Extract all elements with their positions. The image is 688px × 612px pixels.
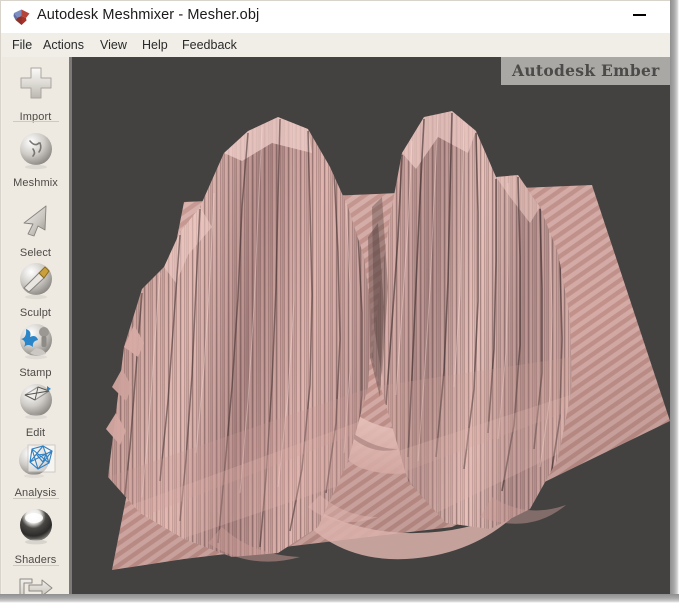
menu-actions[interactable]: Actions bbox=[38, 36, 89, 54]
menu-feedback[interactable]: Feedback bbox=[177, 36, 242, 54]
title-bar: Autodesk Meshmixer - Mesher.obj bbox=[1, 1, 671, 33]
window-title: Autodesk Meshmixer - Mesher.obj bbox=[37, 7, 260, 23]
sphere-shaded-icon bbox=[13, 509, 59, 554]
sidebar-item-select[interactable]: Select bbox=[2, 197, 69, 260]
tool-sidebar: Import Meshmix Select Sculpt Stamp Edit … bbox=[2, 57, 69, 594]
sidebar-item-import[interactable]: Import bbox=[2, 61, 69, 124]
sidebar-item-stamp[interactable]: Stamp bbox=[2, 317, 69, 380]
sidebar-item-analysis[interactable]: Analysis bbox=[2, 437, 69, 500]
sphere-edit-icon bbox=[13, 384, 59, 427]
minimize-button[interactable] bbox=[627, 1, 657, 29]
window-shadow-right bbox=[670, 0, 679, 602]
menu-help[interactable]: Help bbox=[137, 36, 173, 54]
sidebar-divider bbox=[13, 498, 59, 499]
sphere-stamp-icon bbox=[13, 324, 59, 367]
sidebar-item-export[interactable] bbox=[2, 571, 69, 594]
arrow-cursor-icon bbox=[13, 205, 59, 247]
menu-view[interactable]: View bbox=[95, 36, 132, 54]
app-root: Autodesk Meshmixer - Mesher.obj File Act… bbox=[0, 0, 688, 612]
application-window: Autodesk Meshmixer - Mesher.obj File Act… bbox=[0, 0, 671, 594]
sidebar-divider bbox=[13, 121, 59, 122]
3d-viewport[interactable]: Autodesk Ember bbox=[72, 57, 670, 594]
window-shadow-bottom bbox=[0, 594, 679, 603]
sidebar-item-label: Meshmix bbox=[13, 177, 58, 189]
plus-icon bbox=[13, 67, 59, 111]
menu-bar: File Actions View Help Feedback bbox=[1, 33, 671, 57]
mesh-render bbox=[106, 111, 670, 570]
sidebar-item-edit[interactable]: Edit bbox=[2, 377, 69, 440]
ember-watermark-badge: Autodesk Ember bbox=[501, 57, 670, 85]
sidebar-divider bbox=[13, 565, 59, 566]
meshmixer-logo-icon bbox=[12, 8, 31, 27]
menu-file[interactable]: File bbox=[7, 36, 37, 54]
sidebar-item-sculpt[interactable]: Sculpt bbox=[2, 257, 69, 320]
sidebar-item-shaders[interactable]: Shaders bbox=[2, 504, 69, 567]
sphere-wireframe-icon bbox=[13, 444, 59, 487]
sidebar-item-meshmix[interactable]: Meshmix bbox=[2, 127, 69, 190]
sphere-brush-icon bbox=[13, 263, 59, 307]
sphere-face-icon bbox=[13, 133, 59, 177]
sidebar-item-label: Import bbox=[19, 111, 52, 123]
